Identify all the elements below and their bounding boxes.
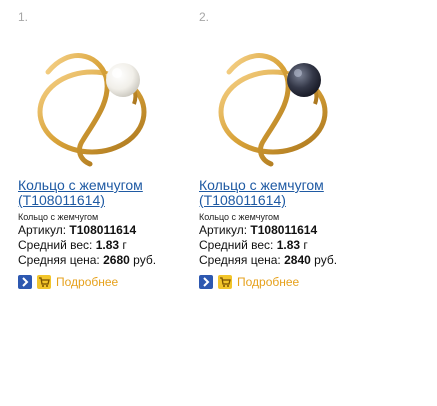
weight-label: Средний вес: — [18, 238, 93, 252]
price-row: Средняя цена: 2840 руб. — [199, 253, 379, 268]
chevron-right-icon[interactable] — [199, 275, 213, 289]
price-unit: руб. — [133, 253, 157, 267]
price-value: 2680 — [103, 253, 130, 267]
weight-unit: г — [122, 238, 127, 252]
price-label: Средняя цена: — [199, 253, 281, 267]
product-image[interactable] — [209, 32, 359, 172]
pearl-white — [106, 63, 140, 97]
chevron-right-icon[interactable] — [18, 275, 32, 289]
price-label: Средняя цена: — [18, 253, 100, 267]
product-subtitle: Кольцо с жемчугом — [18, 212, 99, 222]
weight-value: 1.83 — [276, 238, 301, 252]
product-title-link[interactable]: Кольцо с жемчугом (Т108011614) — [18, 178, 198, 208]
details-link[interactable]: Подробнее — [237, 275, 299, 289]
product-actions: Подробнее — [199, 274, 379, 290]
product-index: 1. — [18, 10, 29, 24]
sku-row: Артикул: Т108011614 — [199, 223, 379, 238]
sku-value: Т108011614 — [250, 223, 318, 237]
product-card: 1. Кольцо с жемчугом (Т108011614) Кольцо… — [18, 10, 198, 290]
sku-label: Артикул: — [199, 223, 248, 237]
product-card: 2. Кольцо с жемчугом (Т108011614) Кольцо… — [199, 10, 379, 290]
weight-unit: г — [303, 238, 308, 252]
cart-icon[interactable] — [37, 275, 51, 289]
price-value: 2840 — [284, 253, 311, 267]
weight-row: Средний вес: 1.83 г — [18, 238, 198, 253]
product-title-link[interactable]: Кольцо с жемчугом (Т108011614) — [199, 178, 379, 208]
weight-label: Средний вес: — [199, 238, 274, 252]
price-row: Средняя цена: 2680 руб. — [18, 253, 198, 268]
product-actions: Подробнее — [18, 274, 198, 290]
weight-value: 1.83 — [95, 238, 120, 252]
weight-row: Средний вес: 1.83 г — [199, 238, 379, 253]
product-index: 2. — [199, 10, 210, 24]
product-image[interactable] — [28, 32, 178, 172]
pearl-black — [287, 63, 321, 97]
price-unit: руб. — [314, 253, 338, 267]
details-link[interactable]: Подробнее — [56, 275, 118, 289]
sku-row: Артикул: Т108011614 — [18, 223, 198, 238]
product-grid: 1. Кольцо с жемчугом (Т108011614) Кольцо… — [0, 0, 437, 406]
product-subtitle: Кольцо с жемчугом — [199, 212, 280, 222]
sku-value: Т108011614 — [69, 223, 137, 237]
sku-label: Артикул: — [18, 223, 67, 237]
cart-icon[interactable] — [218, 275, 232, 289]
